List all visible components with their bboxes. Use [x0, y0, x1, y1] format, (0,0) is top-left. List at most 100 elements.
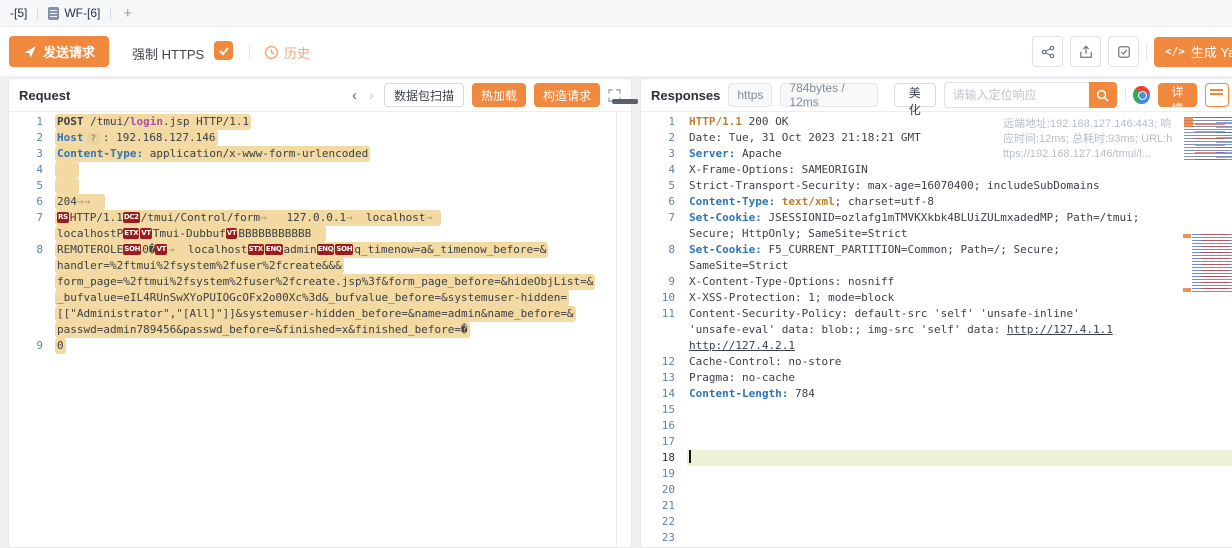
open-in-browser-button[interactable] — [1133, 86, 1149, 104]
response-code-line[interactable]: 10X-XSS-Protection: 1; mode=block — [641, 290, 1232, 306]
request-code-line[interactable]: localhostPETXVTTmui-DubbufVTBBBBBBBBBBB — [9, 226, 631, 242]
packet-scan-button[interactable]: 数据包扫描 — [384, 83, 464, 107]
line-number: 9 — [641, 274, 689, 290]
request-code-line[interactable]: 2Host?: 192.168.127.146 — [9, 130, 631, 146]
request-code-line[interactable]: _bufvalue=eIL4RUnSwXYoPUIOGcOFx2o00Xc%3d… — [9, 290, 631, 306]
response-code-line[interactable]: Secure; HttpOnly; SameSite=Strict — [641, 226, 1232, 242]
code-icon: </> — [1165, 45, 1185, 58]
response-editor-wrap: 1HTTP/1.1 200 OK2Date: Tue, 31 Oct 2023 … — [641, 112, 1232, 547]
code-text — [55, 162, 79, 178]
check-icon — [218, 45, 230, 57]
response-code-line[interactable]: 6Content-Type: text/xml; charset=utf-8 — [641, 194, 1232, 210]
code-token[interactable]: http://127.4.1.1 — [1007, 323, 1113, 336]
response-code-line[interactable]: 15 — [641, 402, 1232, 418]
generate-yaml-button[interactable]: </> 生成 Yaml — [1154, 37, 1232, 67]
code-token: ; charset=utf-8 — [835, 195, 934, 208]
code-text: handler=%2ftmui%2fsystem%2fuser%2fcreate… — [55, 258, 344, 274]
response-code-line[interactable]: 'unsafe-eval' data: blob:; img-src 'self… — [641, 322, 1232, 338]
response-code-line[interactable]: 11Content-Security-Policy: default-src '… — [641, 306, 1232, 322]
request-code-line[interactable]: 4 — [9, 162, 631, 178]
request-code-line[interactable]: 90 — [9, 338, 631, 354]
line-number: 1 — [9, 114, 57, 130]
response-code-line[interactable]: http://127.4.2.1 — [641, 338, 1232, 354]
add-tab-button[interactable]: + — [111, 5, 144, 22]
line-number: 16 — [641, 418, 689, 434]
response-code-line[interactable]: 16 — [641, 418, 1232, 434]
request-code-line[interactable]: [["Administrator","[All]"]]&systemuser-h… — [9, 306, 631, 322]
request-code-line[interactable]: 3Content-Type: application/x-www-form-ur… — [9, 146, 631, 162]
control-char-badge: ENQ — [265, 244, 283, 255]
request-code-line[interactable]: 8REMOTEROLESOH0�VT→ localhostSTXENQadmin… — [9, 242, 631, 258]
code-token — [57, 179, 77, 192]
code-token: form_page=%2ftmui%2fsystem%2fuser%2fcrea… — [57, 275, 593, 288]
beautify-button[interactable]: 美化 — [894, 83, 936, 107]
response-code-line[interactable]: 5Strict-Transport-Security: max-age=1607… — [641, 178, 1232, 194]
code-token[interactable]: http://127.4.2.1 — [689, 339, 795, 352]
line-number: 17 — [641, 434, 689, 450]
request-editor[interactable]: 1POST /tmui/login.jsp HTTP/1.12Host?: 19… — [9, 112, 631, 547]
tab-prev[interactable]: -[5] — [0, 0, 37, 26]
request-code-line[interactable]: 7RSHTTP/1.1DC2/tmui/Control/form→ 127.0.… — [9, 210, 631, 226]
export-button[interactable] — [1070, 36, 1101, 67]
nav-next-button[interactable]: › — [367, 88, 376, 103]
request-code-line[interactable]: 6204→→ — [9, 194, 631, 210]
control-char-badge: SOH — [335, 244, 353, 255]
edit-check-button[interactable] — [1108, 36, 1139, 67]
request-code-line[interactable]: passwd=admin789456&passwd_before=&finish… — [9, 322, 631, 338]
line-number: 6 — [9, 194, 57, 210]
request-code-line[interactable]: 1POST /tmui/login.jsp HTTP/1.1 — [9, 114, 631, 130]
request-code-line[interactable]: 5 — [9, 178, 631, 194]
force-https-checkbox[interactable] — [214, 41, 233, 60]
request-title: Request — [19, 88, 70, 103]
response-code-line[interactable]: 4X-Frame-Options: SAMEORIGIN — [641, 162, 1232, 178]
code-token: /tmui/ — [84, 115, 130, 128]
code-text: Date: Tue, 31 Oct 2023 21:18:21 GMT — [689, 130, 921, 146]
response-code-line[interactable]: 21 — [641, 498, 1232, 514]
history-button[interactable]: 历史 — [264, 43, 310, 62]
response-code-line[interactable]: 14Content-Length: 784 — [641, 386, 1232, 402]
code-text: [["Administrator","[All]"]]&systemuser-h… — [55, 306, 576, 322]
line-number: 2 — [641, 130, 689, 146]
code-token: localhost — [353, 211, 426, 224]
line-number: 9 — [9, 338, 57, 354]
line-number — [9, 226, 57, 242]
document-icon — [48, 7, 59, 20]
search-button[interactable] — [1089, 82, 1117, 108]
response-code-line[interactable]: 17 — [641, 434, 1232, 450]
response-code-line[interactable]: 7Set-Cookie: JSESSIONID=ozlafg1mTMVKXkbk… — [641, 210, 1232, 226]
hint-badge[interactable]: ? — [87, 133, 100, 145]
details-button[interactable]: 详情 — [1158, 83, 1198, 107]
response-code-line[interactable]: SameSite=Strict — [641, 258, 1232, 274]
response-code-line[interactable]: 19 — [641, 466, 1232, 482]
code-token: F5_CURRENT_PARTITION=Common; Path=/; Sec… — [762, 243, 1060, 256]
nav-prev-button[interactable]: ‹ — [350, 88, 359, 103]
response-code-line[interactable]: 12Cache-Control: no-store — [641, 354, 1232, 370]
response-code-line[interactable]: 23 — [641, 530, 1232, 546]
response-code-line[interactable]: 18 — [641, 450, 1232, 466]
line-number — [9, 274, 57, 290]
line-number: 2 — [9, 130, 57, 146]
search-input[interactable] — [944, 82, 1089, 108]
response-editor[interactable]: 1HTTP/1.1 200 OK2Date: Tue, 31 Oct 2023 … — [641, 114, 1232, 546]
response-code-line[interactable]: 13Pragma: no-cache — [641, 370, 1232, 386]
response-code-line[interactable]: 20 — [641, 482, 1232, 498]
code-token: /tmui/Control/form — [141, 211, 260, 224]
share-button[interactable] — [1032, 36, 1063, 67]
line-number: 8 — [9, 242, 57, 258]
request-scrollbar[interactable] — [616, 112, 617, 547]
response-code-line[interactable]: 9X-Content-Type-Options: nosniff — [641, 274, 1232, 290]
code-token: HTTP/1.1 — [70, 211, 123, 224]
construct-request-button[interactable]: 构造请求 — [534, 83, 600, 107]
code-token: q_timenow=a&_timenow_before=& — [354, 243, 546, 256]
feedback-chat-button[interactable] — [1205, 83, 1229, 107]
response-code-line[interactable]: 22 — [641, 514, 1232, 530]
panel-splitter-handle[interactable] — [612, 99, 638, 104]
line-number: 1 — [641, 114, 689, 130]
request-code-line[interactable]: handler=%2ftmui%2fsystem%2fuser%2fcreate… — [9, 258, 631, 274]
hot-reload-button[interactable]: 热加载 — [472, 83, 526, 107]
request-code-line[interactable]: form_page=%2ftmui%2fsystem%2fuser%2fcrea… — [9, 274, 631, 290]
tab-active[interactable]: WF-[6] — [38, 0, 110, 26]
response-minimap[interactable] — [1181, 112, 1232, 412]
send-request-button[interactable]: 发送请求 — [9, 36, 109, 67]
response-code-line[interactable]: 8Set-Cookie: F5_CURRENT_PARTITION=Common… — [641, 242, 1232, 258]
